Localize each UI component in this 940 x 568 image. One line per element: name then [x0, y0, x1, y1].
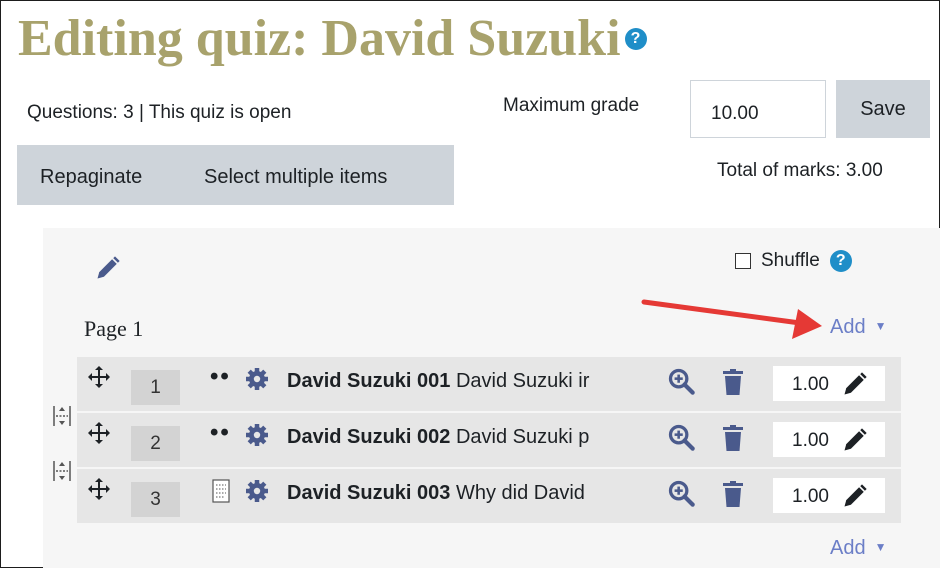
add-menu-bottom[interactable]: Add ▼ — [830, 537, 886, 560]
question-row: 3 David Suzuki 003 Why did David 1.00 — [77, 469, 901, 523]
question-number: 3 — [131, 482, 180, 517]
gear-icon[interactable] — [245, 367, 269, 391]
question-title[interactable]: David Suzuki 001 David Suzuki ir — [287, 370, 589, 393]
trash-icon[interactable] — [722, 425, 744, 451]
gear-icon[interactable] — [245, 423, 269, 447]
multichoice-dots-icon: •• — [210, 363, 231, 390]
repaginate-button[interactable]: Repaginate — [40, 166, 142, 189]
max-mark-value: 1.00 — [792, 374, 829, 395]
question-row: 1 •• David Suzuki 001 David Suzuki ir 1.… — [77, 357, 901, 411]
edit-mark-pencil-icon[interactable] — [841, 370, 869, 398]
caret-down-icon: ▼ — [874, 540, 887, 554]
trash-icon[interactable] — [722, 369, 744, 395]
page-title-text: Editing quiz: David Suzuki — [18, 10, 621, 67]
move-icon[interactable] — [87, 421, 111, 445]
add-menu-top[interactable]: Add ▼ — [830, 316, 886, 339]
page-title: Editing quiz: David Suzuki? — [18, 8, 647, 70]
help-icon[interactable]: ? — [624, 28, 647, 51]
move-icon[interactable] — [87, 365, 111, 389]
max-mark-box: 1.00 — [773, 422, 885, 457]
total-marks: Total of marks: 3.00 — [717, 160, 883, 181]
max-mark-box: 1.00 — [773, 366, 885, 401]
shuffle-label: Shuffle — [761, 250, 820, 271]
max-mark-box: 1.00 — [773, 478, 885, 513]
question-name: David Suzuki 001 — [287, 370, 451, 392]
edit-mark-pencil-icon[interactable] — [841, 482, 869, 510]
max-grade-input[interactable] — [690, 80, 826, 138]
gear-icon[interactable] — [245, 479, 269, 503]
caret-down-icon: ▼ — [874, 319, 887, 333]
essay-doc-icon — [212, 479, 230, 503]
save-button[interactable]: Save — [836, 80, 930, 138]
select-multiple-button[interactable]: Select multiple items — [204, 166, 387, 189]
page-label: Page 1 — [84, 316, 144, 341]
max-mark-value: 1.00 — [792, 430, 829, 451]
multichoice-dots-icon: •• — [210, 419, 231, 446]
action-bar: Repaginate Select multiple items — [17, 145, 454, 205]
max-mark-value: 1.00 — [792, 486, 829, 507]
question-number: 2 — [131, 426, 180, 461]
annotation-arrow-icon — [641, 299, 822, 339]
edit-section-heading-icon[interactable] — [94, 254, 122, 282]
question-text: David Suzuki p — [455, 426, 590, 448]
question-title[interactable]: David Suzuki 003 Why did David — [287, 482, 585, 505]
trash-icon[interactable] — [722, 481, 744, 507]
quiz-status: Questions: 3 | This quiz is open — [27, 102, 292, 123]
preview-zoom-icon[interactable] — [667, 423, 695, 451]
add-page-break-icon[interactable] — [53, 459, 71, 483]
shuffle-control[interactable]: Shuffle ? — [735, 250, 852, 272]
question-title[interactable]: David Suzuki 002 David Suzuki p — [287, 426, 589, 449]
add-page-break-icon[interactable] — [53, 404, 71, 428]
question-text: Why did David — [455, 482, 585, 504]
preview-zoom-icon[interactable] — [667, 479, 695, 507]
move-icon[interactable] — [87, 477, 111, 501]
preview-zoom-icon[interactable] — [667, 367, 695, 395]
edit-mark-pencil-icon[interactable] — [841, 426, 869, 454]
question-row: 2 •• David Suzuki 002 David Suzuki p 1.0… — [77, 413, 901, 467]
add-label[interactable]: Add — [830, 316, 866, 338]
question-text: David Suzuki ir — [455, 370, 590, 392]
shuffle-checkbox[interactable] — [735, 253, 751, 269]
question-name: David Suzuki 003 — [287, 482, 451, 504]
question-number: 1 — [131, 370, 180, 405]
shuffle-help-icon[interactable]: ? — [829, 250, 852, 272]
max-grade-label: Maximum grade — [503, 95, 640, 116]
add-label[interactable]: Add — [830, 537, 866, 559]
question-name: David Suzuki 002 — [287, 426, 451, 448]
